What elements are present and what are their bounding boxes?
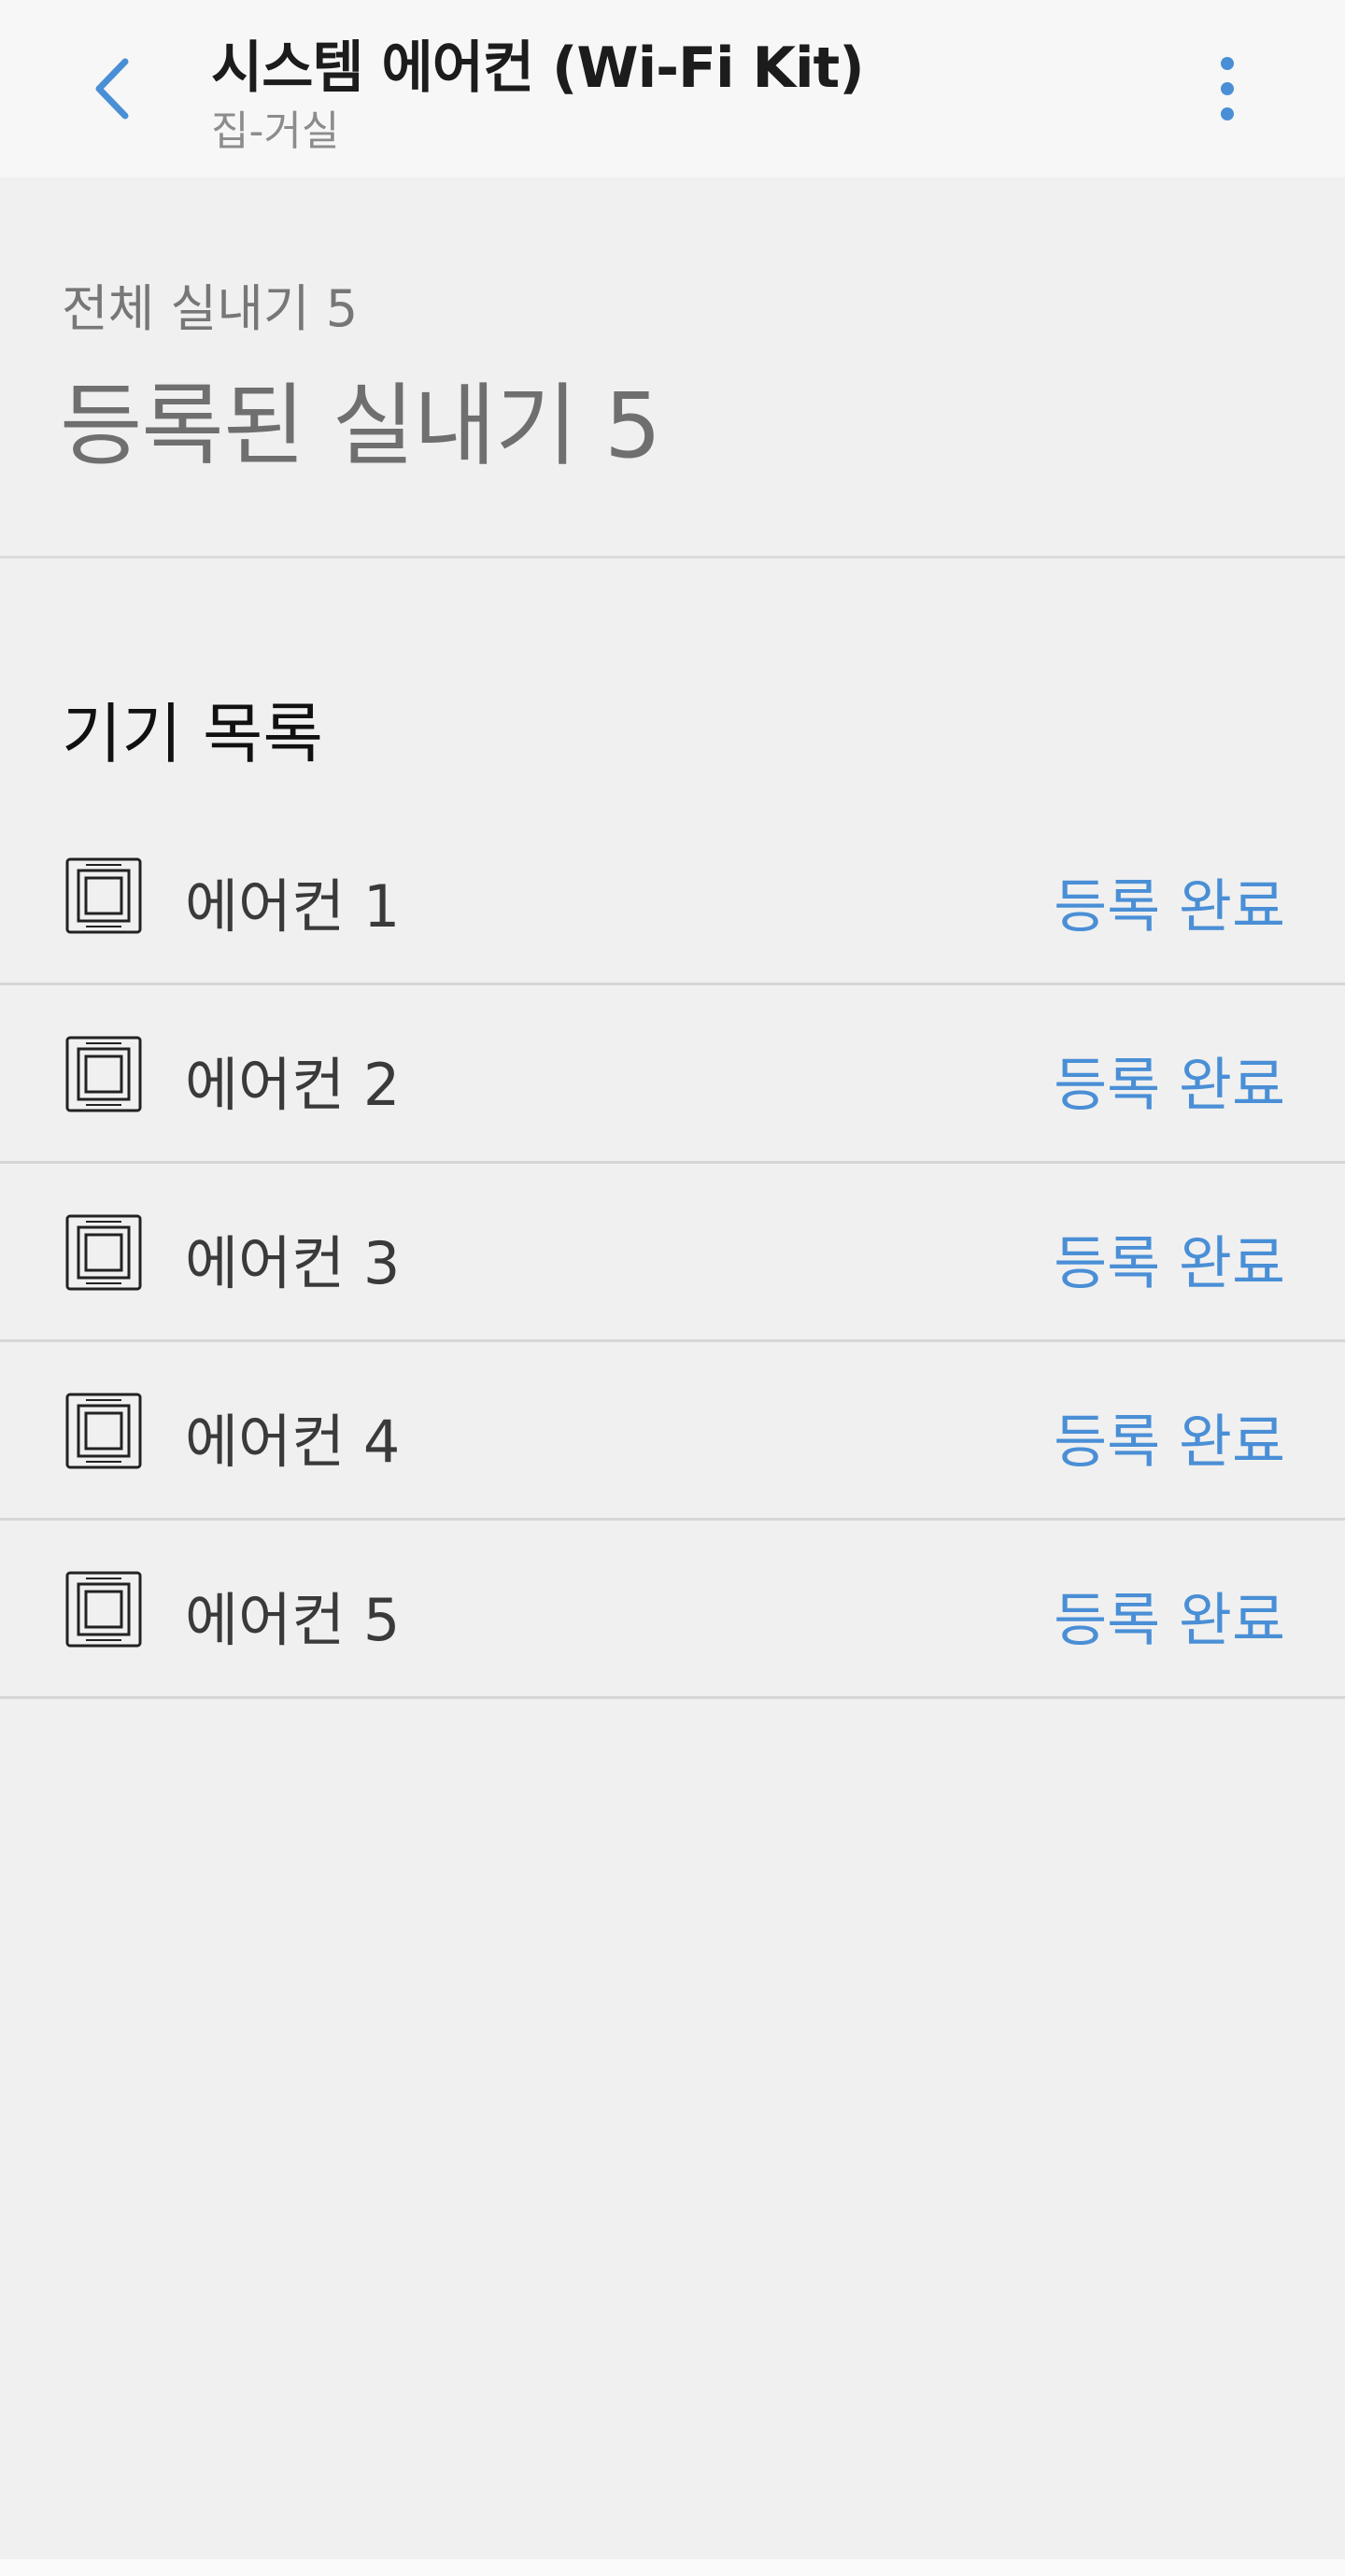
- device-list-item[interactable]: 에어컨 5 등록 완료: [0, 1521, 1345, 1699]
- device-list-item[interactable]: 에어컨 2 등록 완료: [0, 985, 1345, 1164]
- more-vertical-icon: [1221, 57, 1234, 120]
- device-name: 에어컨 3: [185, 1229, 401, 1297]
- total-indoor-units: 전체 실내기 5: [62, 279, 359, 338]
- device-name: 에어컨 2: [185, 1051, 401, 1119]
- device-name: 에어컨 1: [185, 872, 401, 941]
- device-list-title: 기기 목록: [62, 696, 323, 772]
- registered-indoor-units: 등록된 실내기 5: [60, 374, 661, 478]
- bottom-edge: [0, 2559, 1345, 2576]
- device-status: 등록 완료: [1054, 1586, 1285, 1654]
- device-list: 에어컨 1 등록 완료 에어컨 2 등록 완료 에어컨 3 등록 완료 에어컨 …: [0, 807, 1345, 1699]
- device-status: 등록 완료: [1054, 1229, 1285, 1297]
- device-list-item[interactable]: 에어컨 3 등록 완료: [0, 1164, 1345, 1342]
- indoor-unit-icon: [65, 1571, 142, 1648]
- indoor-unit-icon: [65, 1214, 142, 1291]
- device-status: 등록 완료: [1054, 872, 1285, 941]
- page-subtitle: 집-거실: [211, 107, 340, 155]
- device-status: 등록 완료: [1054, 1408, 1285, 1476]
- indoor-unit-icon: [65, 857, 142, 934]
- chevron-left-icon: [95, 58, 129, 120]
- device-list-item[interactable]: 에어컨 4 등록 완료: [0, 1342, 1345, 1521]
- indoor-unit-icon: [65, 1036, 142, 1112]
- page-title: 시스템 에어컨 (Wi-Fi Kit): [211, 35, 865, 101]
- back-button[interactable]: [75, 51, 149, 126]
- indoor-unit-icon: [65, 1393, 142, 1469]
- more-options-button[interactable]: [1190, 51, 1265, 126]
- device-status: 등록 완료: [1054, 1051, 1285, 1119]
- device-name: 에어컨 4: [185, 1408, 401, 1476]
- device-name: 에어컨 5: [185, 1586, 401, 1654]
- registration-summary: 전체 실내기 5 등록된 실내기 5: [0, 177, 1345, 559]
- app-bar: 시스템 에어컨 (Wi-Fi Kit) 집-거실: [0, 0, 1345, 177]
- device-list-item[interactable]: 에어컨 1 등록 완료: [0, 807, 1345, 985]
